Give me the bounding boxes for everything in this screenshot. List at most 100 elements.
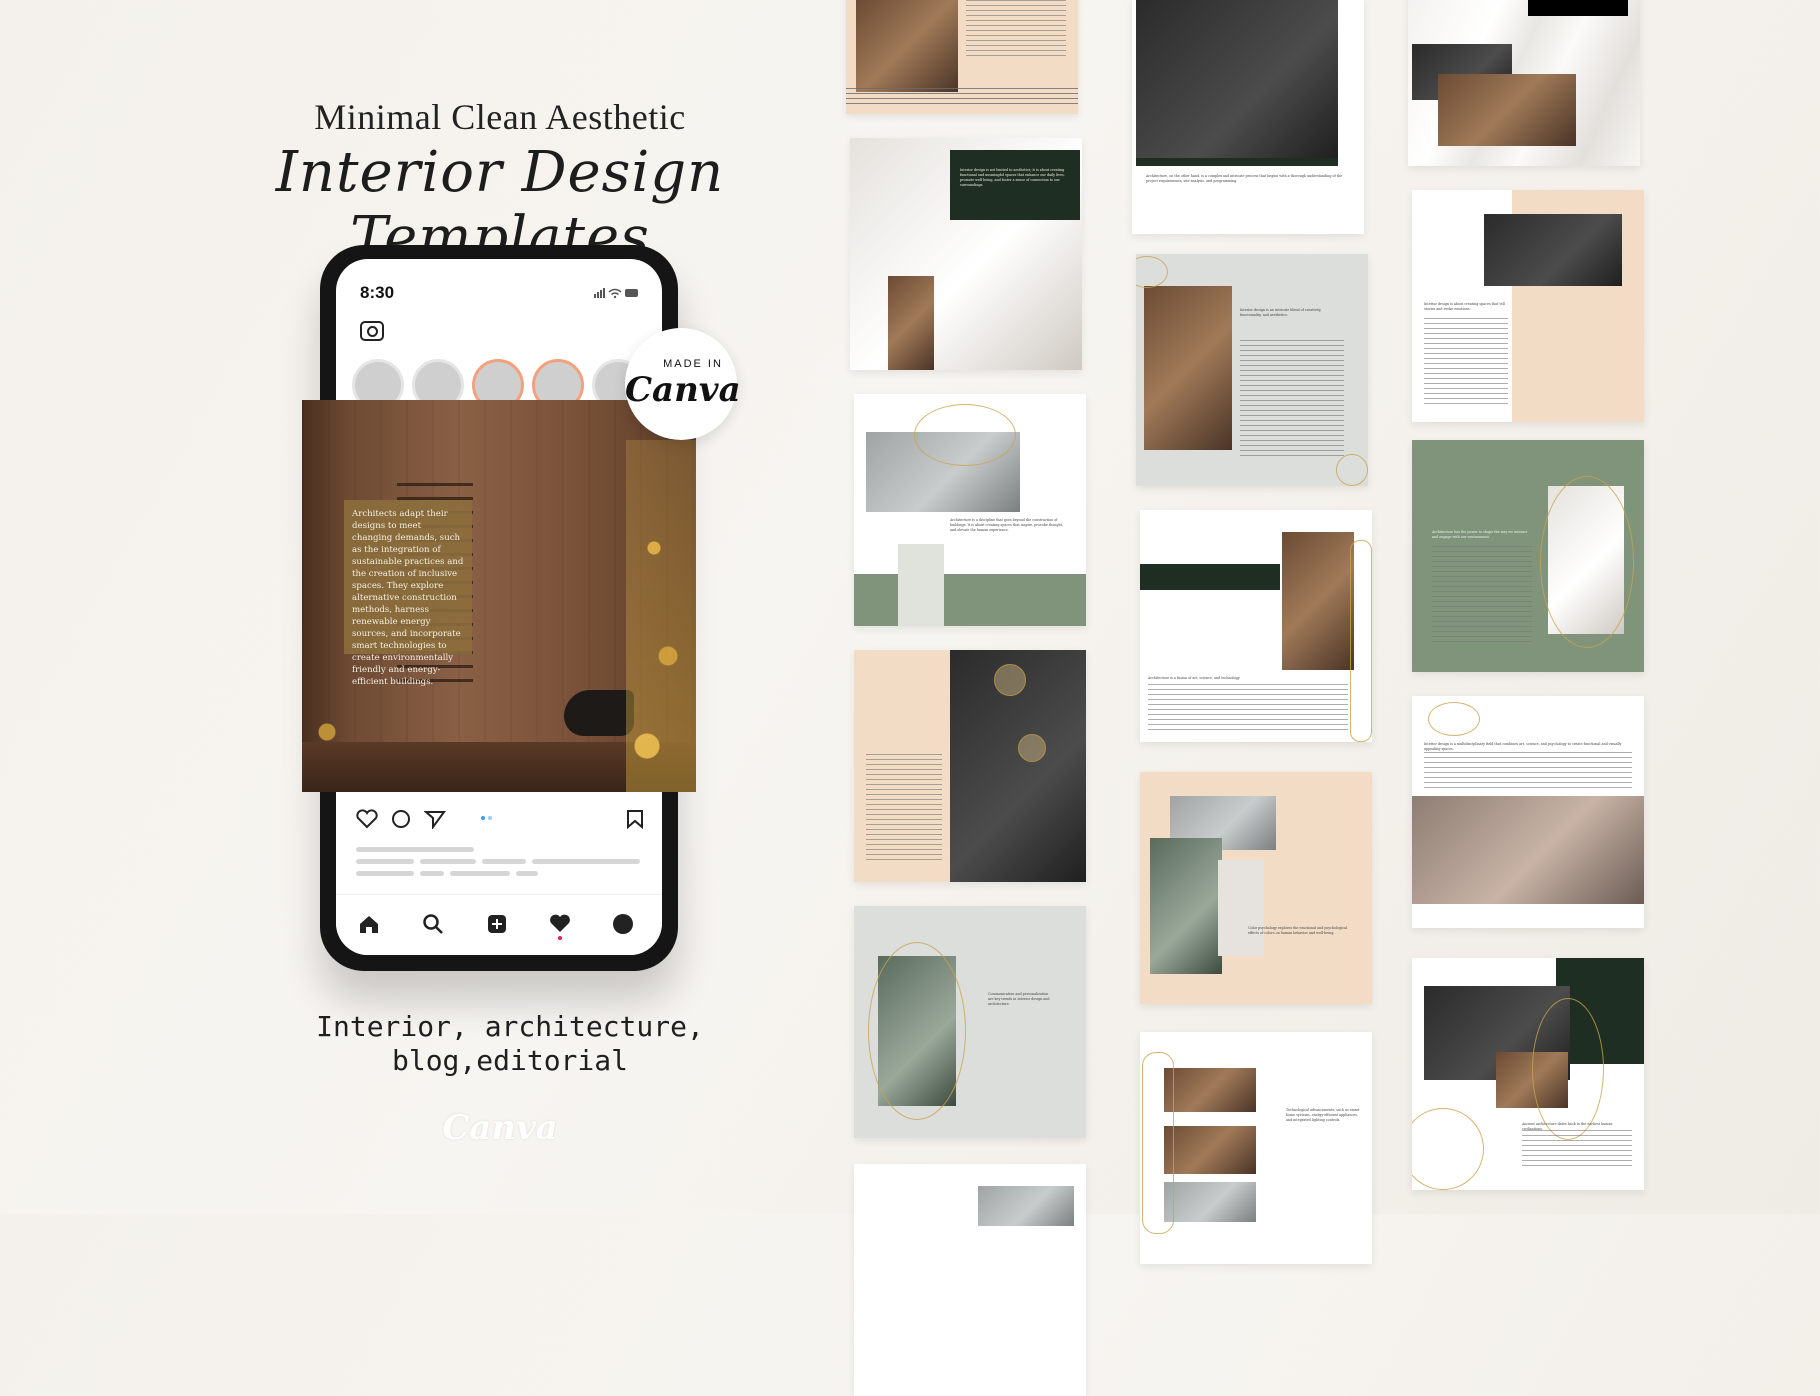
placeholder-line bbox=[420, 871, 444, 876]
template-text-lines bbox=[966, 0, 1066, 60]
template-stripes bbox=[846, 88, 1078, 108]
heart-icon[interactable] bbox=[548, 913, 572, 941]
gold-swirl bbox=[1136, 256, 1168, 288]
template-photo bbox=[1282, 532, 1354, 670]
template-card[interactable]: Interior design is not limited to aesthe… bbox=[850, 138, 1082, 370]
signal-wifi-battery-icon bbox=[594, 288, 638, 299]
template-text: Interior design is about creating spaces… bbox=[1424, 302, 1505, 311]
template-photo bbox=[1136, 0, 1338, 160]
template-bar bbox=[1140, 564, 1280, 590]
template-photo bbox=[1164, 1068, 1256, 1112]
caption-line-1: Interior, architecture, bbox=[316, 1010, 704, 1043]
toilet bbox=[564, 690, 634, 736]
post-actions bbox=[336, 807, 662, 833]
template-photo bbox=[888, 276, 934, 370]
template-card[interactable]: Architecture has the power to shape the … bbox=[1412, 440, 1644, 672]
heart-icon[interactable] bbox=[356, 809, 378, 829]
template-card[interactable]: Architecture is a fusion of art, science… bbox=[1140, 510, 1372, 742]
gold-flakes bbox=[302, 702, 352, 762]
template-photo bbox=[1164, 1126, 1256, 1174]
pendant-light bbox=[1018, 734, 1046, 762]
template-bar bbox=[1528, 0, 1628, 16]
gold-swirl bbox=[1540, 476, 1634, 648]
search-icon[interactable] bbox=[422, 913, 444, 935]
template-card[interactable]: Ancient architecture dates back to the e… bbox=[1412, 958, 1644, 1190]
template-photo bbox=[1150, 838, 1222, 974]
hero-caption: Interior, architecture, blog,editorial bbox=[290, 1010, 730, 1078]
caption-line-2: blog,editorial bbox=[391, 1044, 628, 1077]
template-text: Architecture has the power to shape the … bbox=[1432, 530, 1528, 539]
template-photo bbox=[1412, 796, 1644, 904]
post-image[interactable]: Architects adapt their designs to meet c… bbox=[302, 400, 696, 792]
template-text: Architecture, on the other hand, is a co… bbox=[1146, 174, 1343, 183]
template-card[interactable]: Interior design is about creating spaces… bbox=[1412, 190, 1644, 422]
template-text: Interior design is a multidisciplinary f… bbox=[1424, 742, 1622, 751]
made-in-canva-badge: MADE IN Canva bbox=[625, 328, 741, 440]
template-text: Architecture is a discipline that goes b… bbox=[950, 518, 1063, 532]
gold-swirl bbox=[868, 942, 966, 1120]
badge-made-in: MADE IN bbox=[663, 358, 723, 370]
share-icon[interactable] bbox=[424, 809, 446, 829]
template-text: Color psychology explores the emotional … bbox=[1248, 926, 1348, 935]
camera-icon[interactable] bbox=[360, 321, 384, 341]
placeholder-line bbox=[356, 847, 474, 852]
template-text-lines bbox=[1432, 546, 1532, 646]
placeholder-line bbox=[482, 859, 526, 864]
placeholder-line bbox=[420, 859, 476, 864]
template-text-lines bbox=[1424, 752, 1632, 788]
template-text-lines bbox=[1148, 684, 1348, 730]
hero-subtitle: Minimal Clean Aesthetic bbox=[314, 97, 686, 137]
home-icon[interactable] bbox=[358, 913, 380, 935]
template-card[interactable] bbox=[854, 1164, 1086, 1396]
badge-brand: Canva bbox=[625, 370, 741, 410]
template-text-lines bbox=[1522, 1130, 1632, 1170]
gold-swirl bbox=[914, 404, 1016, 466]
pendant-light bbox=[994, 664, 1026, 696]
status-icons bbox=[594, 287, 640, 302]
template-card[interactable] bbox=[846, 0, 1078, 114]
template-block bbox=[898, 544, 944, 626]
comment-icon[interactable] bbox=[390, 809, 412, 829]
profile-icon[interactable] bbox=[612, 913, 634, 935]
template-text: Communication and personalization are ke… bbox=[988, 992, 1050, 1006]
template-text: Interior design is not limited to aesthe… bbox=[960, 168, 1065, 187]
add-icon[interactable] bbox=[486, 913, 508, 935]
template-photo bbox=[1218, 860, 1264, 956]
template-text-box: Interior design is not limited to aesthe… bbox=[950, 150, 1080, 220]
post-quote: Architects adapt their designs to meet c… bbox=[344, 500, 472, 687]
placeholder-line bbox=[516, 871, 538, 876]
template-photo bbox=[1438, 74, 1576, 146]
bottom-nav bbox=[336, 894, 662, 955]
template-text-lines bbox=[866, 754, 942, 864]
template-card[interactable]: Architecture, on the other hand, is a co… bbox=[1132, 0, 1364, 234]
gold-flakes bbox=[626, 440, 696, 792]
template-card[interactable]: Interior design is an intricate blend of… bbox=[1136, 254, 1368, 486]
template-card[interactable] bbox=[854, 650, 1086, 882]
placeholder-line bbox=[356, 871, 414, 876]
template-block bbox=[854, 574, 1086, 626]
template-card[interactable] bbox=[1408, 0, 1640, 166]
gold-swirl bbox=[1428, 702, 1480, 736]
placeholder-line bbox=[356, 859, 414, 864]
template-photo bbox=[856, 0, 958, 92]
template-text: Technological advancements, such as smar… bbox=[1286, 1108, 1360, 1122]
template-text-lines bbox=[1424, 318, 1508, 408]
template-photo bbox=[978, 1186, 1074, 1226]
template-card[interactable]: Architecture is a discipline that goes b… bbox=[854, 394, 1086, 626]
template-card[interactable]: Technological advancements, such as smar… bbox=[1140, 1032, 1372, 1264]
template-card[interactable]: Interior design is a multidisciplinary f… bbox=[1412, 696, 1644, 928]
template-photo bbox=[1164, 1182, 1256, 1222]
gold-swirl bbox=[1350, 540, 1372, 742]
template-text: Interior design is an intricate blend of… bbox=[1240, 308, 1322, 317]
template-card[interactable]: Communication and personalization are ke… bbox=[854, 906, 1086, 1138]
carousel-dots bbox=[481, 816, 492, 820]
bookmark-icon[interactable] bbox=[626, 809, 644, 829]
template-photo bbox=[1484, 214, 1622, 286]
placeholder-line bbox=[450, 871, 510, 876]
gold-swirl bbox=[1532, 998, 1604, 1140]
template-photo bbox=[1144, 286, 1232, 450]
template-text-lines bbox=[1240, 340, 1344, 460]
template-bar bbox=[1136, 158, 1338, 166]
template-card[interactable]: Color psychology explores the emotional … bbox=[1140, 772, 1372, 1004]
placeholder-line bbox=[532, 859, 640, 864]
